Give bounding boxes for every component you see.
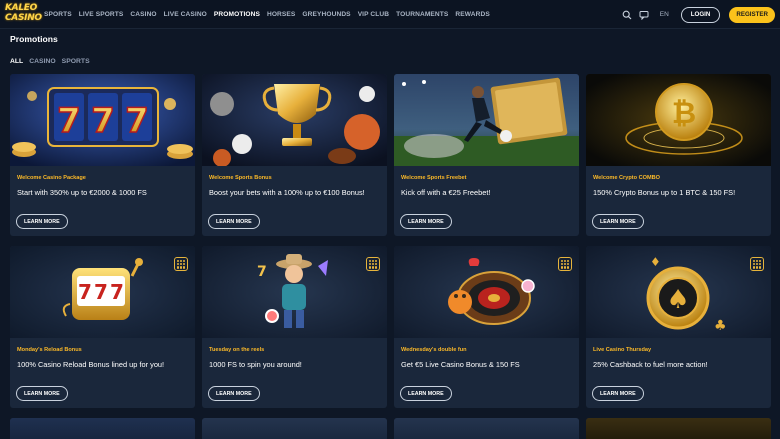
nav-item-casino[interactable]: CASINO xyxy=(130,11,156,18)
nav-item-promotions[interactable]: PROMOTIONS xyxy=(214,11,260,18)
gift-badge-icon xyxy=(366,257,380,271)
nav-item-vip-club[interactable]: VIP CLUB xyxy=(358,11,389,18)
promo-card[interactable]: Welcome Sports Freebet Kick off with a €… xyxy=(394,74,579,236)
nav-item-tournaments[interactable]: TOURNAMENTS xyxy=(396,11,448,18)
nav-item-greyhounds[interactable]: GREYHOUNDS xyxy=(302,11,350,18)
promo-image-football-player xyxy=(394,74,579,166)
learn-more-button[interactable]: LEARN MORE xyxy=(208,214,260,229)
promo-image-slot-777: 7 7 7 xyxy=(10,74,195,166)
svg-text:♣: ♣ xyxy=(714,318,727,334)
gift-badge-icon xyxy=(174,257,188,271)
learn-more-button[interactable]: LEARN MORE xyxy=(208,386,260,401)
logo-line-1: KALEO xyxy=(5,3,37,13)
nav-item-rewards[interactable]: REWARDS xyxy=(455,11,489,18)
promo-category: Welcome Casino Package xyxy=(17,175,86,181)
floating-seven: 7 xyxy=(257,264,267,280)
promo-card[interactable]: 7 7 7 Monday's Reload Bonus 100% Casino … xyxy=(10,246,195,408)
svg-text:7: 7 xyxy=(57,101,81,141)
promo-card[interactable]: 7 7 7 Welcome Casino Package Start with … xyxy=(10,74,195,236)
nav-item-live-sports[interactable]: LIVE SPORTS xyxy=(79,11,124,18)
reel-symbol: 7 xyxy=(78,280,92,304)
filter-tab-all[interactable]: ALL xyxy=(10,58,23,65)
promo-image-partial xyxy=(586,418,771,439)
logo-line-2: CASINO xyxy=(5,13,42,23)
nav-item-horses[interactable]: HORSES xyxy=(267,11,295,18)
nav-item-live-casino[interactable]: LIVE CASINO xyxy=(164,11,207,18)
svg-text:7: 7 xyxy=(125,101,149,141)
learn-more-button[interactable]: LEARN MORE xyxy=(400,214,452,229)
learn-more-button[interactable]: LEARN MORE xyxy=(592,214,644,229)
promo-filter-tabs: ALL CASINO SPORTS xyxy=(10,58,90,65)
promo-title: Start with 350% up to €2000 & 1000 FS xyxy=(17,188,147,197)
top-header: KALEO CASINO SPORTS LIVE SPORTS CASINO L… xyxy=(0,0,780,29)
promo-image-partial xyxy=(202,418,387,439)
promo-card[interactable]: 7 Tuesday on the reels 1000 FS to spin y… xyxy=(202,246,387,408)
learn-more-button[interactable]: LEARN MORE xyxy=(16,214,68,229)
promo-image-bitcoin: ₿ xyxy=(586,74,771,166)
promo-image-spade-chip: ♠ ♦ ♣ xyxy=(586,246,771,338)
reel-symbol: 7 xyxy=(94,280,108,304)
filter-tab-casino[interactable]: CASINO xyxy=(29,58,55,65)
promo-category: Monday's Reload Bonus xyxy=(17,347,82,353)
promo-category: Wednesday's double fun xyxy=(401,347,467,353)
filter-tab-sports[interactable]: SPORTS xyxy=(62,58,90,65)
site-logo[interactable]: KALEO CASINO xyxy=(5,3,42,26)
nav-item-sports[interactable]: SPORTS xyxy=(44,11,72,18)
promo-card[interactable]: ♠ ♦ ♣ Live Casino Thursday 25% Cashback … xyxy=(586,246,771,408)
chat-icon[interactable] xyxy=(637,8,651,22)
header-actions: EN LOGIN REGISTER xyxy=(617,0,775,29)
language-selector[interactable]: EN xyxy=(660,11,669,18)
page-title: Promotions xyxy=(10,34,58,44)
register-button[interactable]: REGISTER xyxy=(729,6,775,23)
gift-badge-icon xyxy=(558,257,572,271)
promo-title: 150% Crypto Bonus up to 1 BTC & 150 FS! xyxy=(593,188,736,197)
promo-image-partial xyxy=(10,418,195,439)
promo-category: Welcome Sports Bonus xyxy=(209,175,272,181)
learn-more-button[interactable]: LEARN MORE xyxy=(16,386,68,401)
reel-symbol: 7 xyxy=(110,280,124,304)
promo-image-trophy xyxy=(202,74,387,166)
promo-card[interactable]: Wednesday's double fun Get €5 Live Casin… xyxy=(394,246,579,408)
main-nav: SPORTS LIVE SPORTS CASINO LIVE CASINO PR… xyxy=(44,0,490,29)
login-button[interactable]: LOGIN xyxy=(680,6,721,23)
promo-title: Get €5 Live Casino Bonus & 150 FS xyxy=(401,360,520,369)
promo-card[interactable]: ₿ Welcome Crypto COMBO 150% Crypto Bonus… xyxy=(586,74,771,236)
promo-image-partial xyxy=(394,418,579,439)
promo-card-partial[interactable] xyxy=(394,418,579,439)
svg-text:7: 7 xyxy=(91,101,115,141)
promo-card[interactable]: Welcome Sports Bonus Boost your bets wit… xyxy=(202,74,387,236)
promo-category: Welcome Crypto COMBO xyxy=(593,175,661,181)
bitcoin-symbol: ₿ xyxy=(672,96,696,131)
promo-title: 25% Cashback to fuel more action! xyxy=(593,360,708,369)
learn-more-button[interactable]: LEARN MORE xyxy=(400,386,452,401)
promo-image-slot-machine: 7 7 7 xyxy=(10,246,195,338)
promo-card-partial[interactable] xyxy=(202,418,387,439)
promo-image-cowboy-character: 7 xyxy=(202,246,387,338)
promo-image-roulette xyxy=(394,246,579,338)
promo-title: Kick off with a €25 Freebet! xyxy=(401,188,491,197)
promo-category: Welcome Sports Freebet xyxy=(401,175,467,181)
search-icon[interactable] xyxy=(620,8,634,22)
spade-symbol: ♠ xyxy=(666,285,689,315)
learn-more-button[interactable]: LEARN MORE xyxy=(592,386,644,401)
promo-card-partial[interactable] xyxy=(10,418,195,439)
promo-category: Live Casino Thursday xyxy=(593,347,652,353)
promo-card-partial[interactable] xyxy=(586,418,771,439)
promo-title: Boost your bets with a 100% up to €100 B… xyxy=(209,188,365,197)
promo-category: Tuesday on the reels xyxy=(209,347,265,353)
gift-badge-icon xyxy=(750,257,764,271)
promo-title: 100% Casino Reload Bonus lined up for yo… xyxy=(17,360,165,369)
promo-title: 1000 FS to spin you around! xyxy=(209,360,302,369)
svg-text:♦: ♦ xyxy=(650,255,661,269)
